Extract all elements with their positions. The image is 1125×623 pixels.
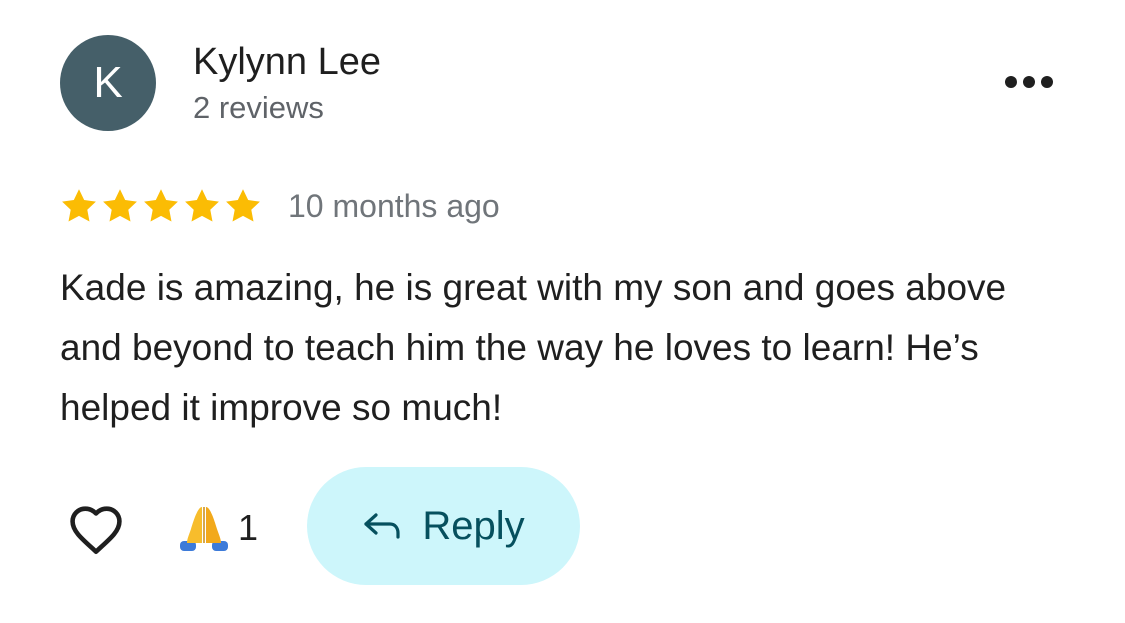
heart-outline-icon [70,506,122,554]
rating-row: 10 months ago [60,182,500,230]
star-rating [60,188,262,224]
more-options-button[interactable] [996,60,1062,104]
reply-label: Reply [422,503,525,548]
author-name[interactable]: Kylynn Lee [193,40,381,84]
reply-arrow-icon [364,513,400,539]
review-count: 2 reviews [193,90,324,125]
more-horizontal-icon [1005,76,1053,88]
folded-hands-emoji [180,507,228,551]
star-icon [101,188,139,224]
reaction-count: 1 [238,507,259,548]
star-icon [60,188,98,224]
star-icon [142,188,180,224]
star-icon [224,188,262,224]
avatar-initial: K [93,58,123,107]
star-icon [183,188,221,224]
reaction-button[interactable]: 1 [178,500,258,556]
review-text: Kade is amazing, he is great with my son… [60,267,1007,428]
review-timestamp: 10 months ago [288,187,500,224]
like-button[interactable] [62,498,130,558]
reply-button[interactable]: Reply [307,467,580,585]
avatar[interactable]: K [60,35,156,131]
